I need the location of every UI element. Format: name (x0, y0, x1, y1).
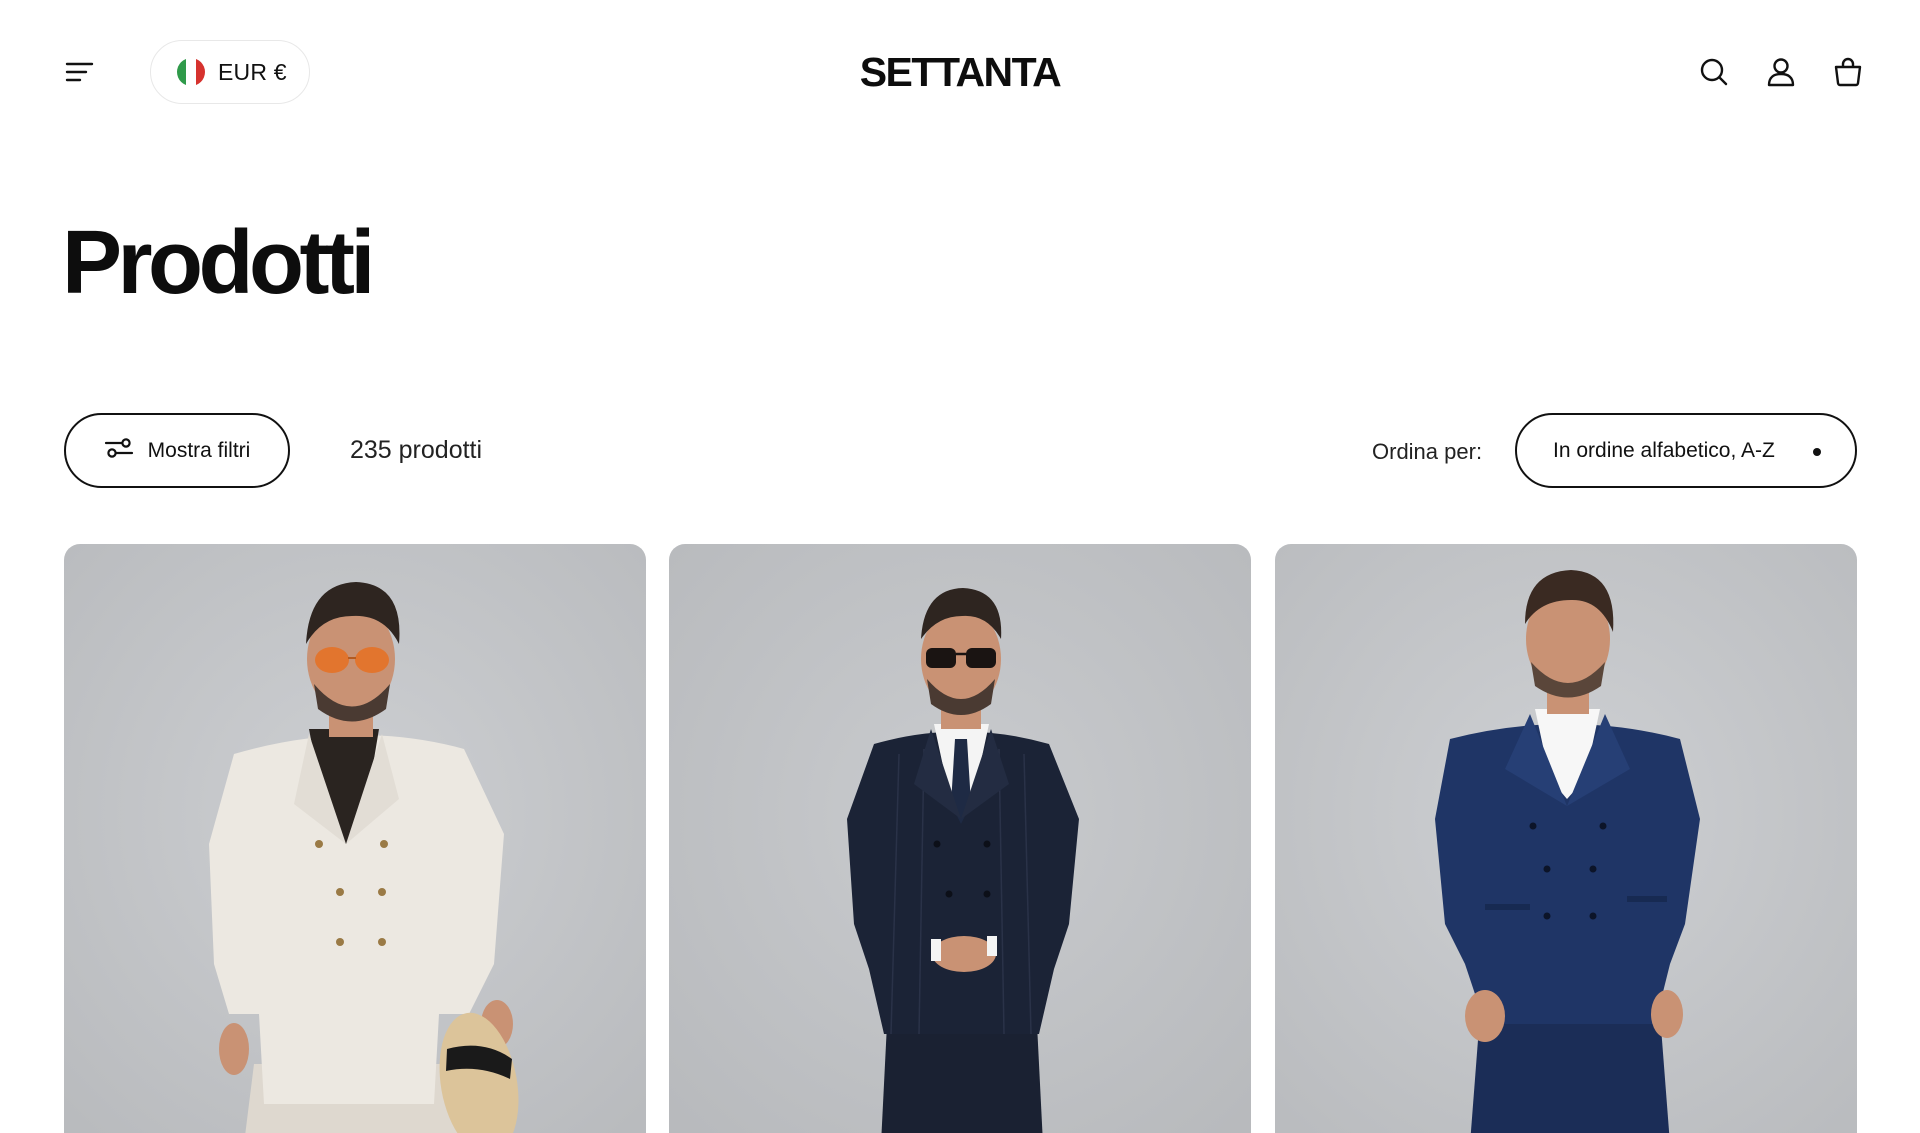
show-filters-button[interactable]: Mostra filtri (64, 413, 290, 488)
site-header: EUR € SETTANTA (0, 0, 1920, 146)
product-card[interactable] (1275, 544, 1857, 1133)
sort-label: Ordina per: (1372, 439, 1483, 464)
hamburger-menu-icon[interactable] (62, 58, 96, 86)
product-image (669, 544, 1251, 1133)
italy-flag-icon (177, 58, 205, 86)
sort-select[interactable]: In ordine alfabetico, A-Z (1515, 413, 1857, 488)
currency-label: EUR € (218, 58, 287, 85)
currency-selector[interactable]: EUR € (150, 40, 310, 104)
product-count: 235 prodotti (350, 436, 483, 464)
sliders-icon (104, 435, 134, 466)
search-icon[interactable] (1698, 56, 1730, 88)
shopping-bag-icon[interactable] (1832, 56, 1864, 88)
product-image (1275, 544, 1857, 1133)
show-filters-label: Mostra filtri (147, 438, 251, 462)
account-icon[interactable] (1765, 56, 1797, 88)
site-logo[interactable]: SETTANTA (760, 46, 1160, 98)
page-title: Prodotti (62, 213, 375, 313)
product-card[interactable] (64, 544, 646, 1133)
sort-selected-value: In ordine alfabetico, A-Z (1553, 438, 1775, 462)
sort-indicator-icon (1813, 448, 1821, 456)
product-image (64, 544, 646, 1133)
product-card[interactable] (669, 544, 1251, 1133)
